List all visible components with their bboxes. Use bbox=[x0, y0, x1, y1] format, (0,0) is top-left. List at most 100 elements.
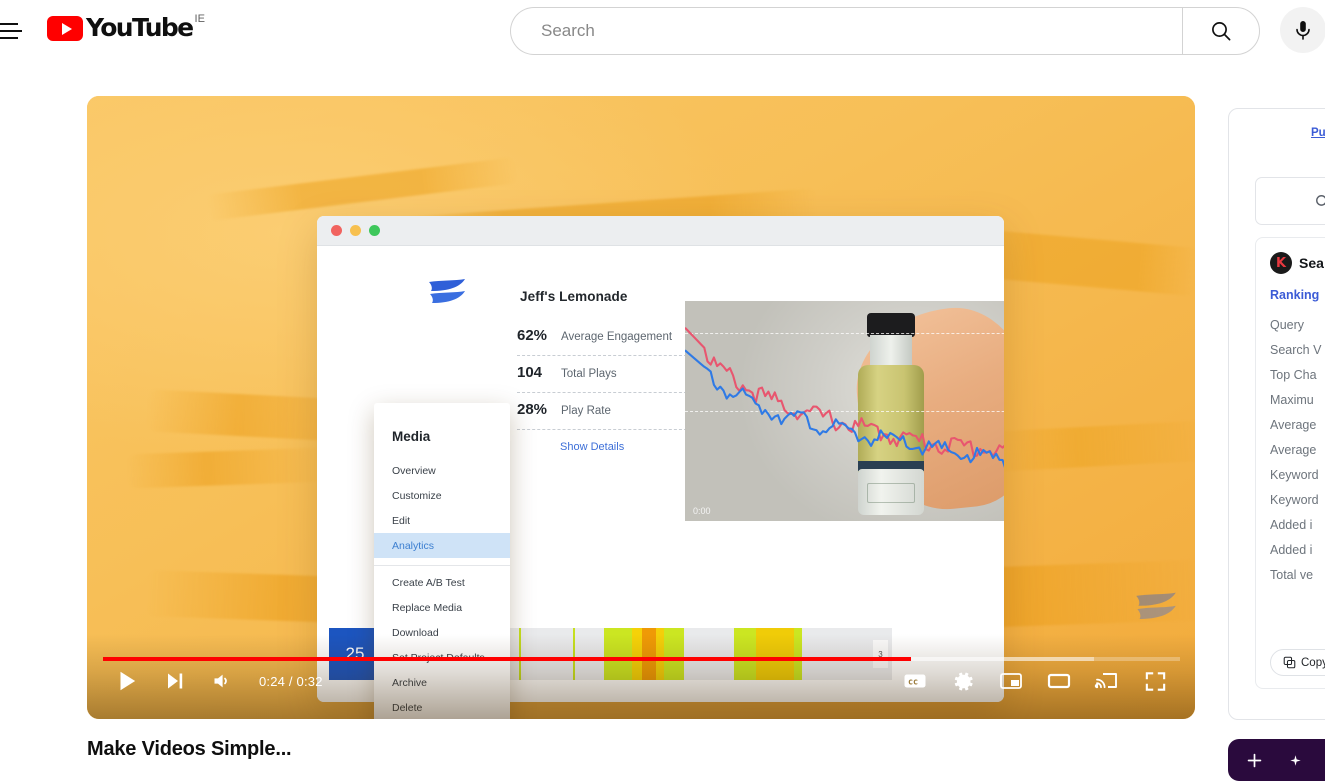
volume-icon bbox=[211, 669, 235, 693]
video-player[interactable]: Jeff's Lemonade 62% Average Engagement 1… bbox=[87, 96, 1195, 719]
country-code-label: IE bbox=[195, 13, 205, 25]
youtube-header: YouTube IE bbox=[0, 0, 1325, 62]
youtube-logo[interactable]: YouTube IE bbox=[47, 14, 205, 42]
stat-divider bbox=[517, 392, 687, 393]
card-metric-rows: QuerySearch VTop ChaMaximuAverageAverage… bbox=[1270, 312, 1325, 587]
next-video-button[interactable] bbox=[151, 657, 199, 705]
svg-text:cc: cc bbox=[908, 676, 918, 686]
closed-captions-icon: cc bbox=[902, 668, 928, 694]
copy-button[interactable]: Copy bbox=[1270, 649, 1325, 676]
hamburger-line bbox=[0, 30, 22, 32]
stat-row: 62% Average Engagement bbox=[517, 321, 687, 355]
play-icon bbox=[114, 668, 140, 694]
fullscreen-button[interactable] bbox=[1131, 657, 1179, 705]
metric-row: Query bbox=[1270, 312, 1325, 337]
stat-value: 104 bbox=[517, 364, 561, 381]
stat-value: 62% bbox=[517, 327, 561, 344]
context-menu-item-overview[interactable]: Overview bbox=[374, 458, 510, 483]
stat-row: 28% Play Rate bbox=[517, 395, 687, 429]
card-title: Sea bbox=[1299, 255, 1324, 271]
card-section-title: Ranking bbox=[1270, 288, 1325, 302]
metric-row: Keyword bbox=[1270, 487, 1325, 512]
search-bar bbox=[510, 7, 1260, 55]
extension-search-box[interactable] bbox=[1255, 177, 1325, 225]
stat-divider bbox=[517, 429, 687, 430]
miniplayer-button[interactable] bbox=[987, 657, 1035, 705]
card-header: K Sea bbox=[1270, 252, 1325, 274]
maximize-window-icon bbox=[369, 225, 380, 236]
video-title: Make Videos Simple... bbox=[87, 738, 291, 761]
stat-label: Play Rate bbox=[561, 405, 611, 417]
close-window-icon bbox=[331, 225, 342, 236]
search-submit-button[interactable] bbox=[1182, 7, 1260, 55]
microphone-icon bbox=[1291, 18, 1315, 42]
player-controls-right: cc bbox=[891, 657, 1179, 705]
metric-row: Search V bbox=[1270, 337, 1325, 362]
cast-button[interactable] bbox=[1083, 657, 1131, 705]
metric-row: Keyword bbox=[1270, 462, 1325, 487]
youtube-play-icon bbox=[47, 16, 83, 41]
captions-button[interactable]: cc bbox=[891, 657, 939, 705]
hamburger-line bbox=[0, 23, 18, 25]
next-track-icon bbox=[163, 669, 187, 693]
search-icon bbox=[1314, 193, 1325, 210]
theater-mode-icon bbox=[1046, 668, 1072, 694]
copy-button-label: Copy bbox=[1301, 657, 1325, 669]
stat-label: Average Engagement bbox=[561, 331, 672, 343]
player-controls-left: 0:24 / 0:32 bbox=[103, 657, 323, 705]
keyword-stats-card: K Sea Ranking QuerySearch VTop ChaMaximu… bbox=[1255, 237, 1325, 689]
stat-label: Total Plays bbox=[561, 368, 617, 380]
gear-icon bbox=[951, 669, 976, 694]
hamburger-line bbox=[0, 37, 18, 39]
search-input[interactable] bbox=[510, 7, 1182, 55]
keywords-everywhere-logo-icon: K bbox=[1270, 252, 1292, 274]
sparkle-icon[interactable] bbox=[1289, 754, 1302, 767]
cast-icon bbox=[1094, 668, 1120, 694]
metric-row: Added i bbox=[1270, 512, 1325, 537]
mockup-titlebar bbox=[317, 216, 1004, 246]
mockup-stats: 62% Average Engagement 104 Total Plays 2… bbox=[517, 321, 687, 432]
play-button[interactable] bbox=[103, 657, 151, 705]
context-menu-divider bbox=[374, 565, 510, 566]
wistia-watermark-icon bbox=[1134, 591, 1178, 625]
settings-button[interactable] bbox=[939, 657, 987, 705]
metric-row: Total ve bbox=[1270, 562, 1325, 587]
wistia-logo-icon bbox=[427, 278, 467, 308]
stat-divider bbox=[517, 355, 687, 356]
context-menu-item-create-a-b-test[interactable]: Create A/B Test bbox=[374, 570, 510, 595]
copy-icon bbox=[1283, 656, 1296, 669]
minimize-window-icon bbox=[350, 225, 361, 236]
stat-value: 28% bbox=[517, 401, 561, 418]
metric-row: Average bbox=[1270, 437, 1325, 462]
fullscreen-icon bbox=[1143, 669, 1168, 694]
context-menu-header: Media bbox=[374, 429, 510, 458]
brush-stroke bbox=[126, 448, 327, 489]
metric-row: Maximu bbox=[1270, 387, 1325, 412]
floating-action-widget[interactable] bbox=[1228, 739, 1325, 781]
plus-icon[interactable] bbox=[1246, 752, 1263, 769]
context-menu-group-primary: OverviewCustomizeEditAnalytics bbox=[374, 458, 510, 558]
engagement-chart-panel[interactable]: 25% 0:00 3:45 bbox=[685, 301, 1004, 521]
volume-button[interactable] bbox=[199, 657, 247, 705]
context-menu-item-analytics[interactable]: Analytics bbox=[374, 533, 510, 558]
show-details-link[interactable]: Show Details bbox=[560, 441, 624, 453]
hamburger-menu-icon[interactable] bbox=[0, 20, 26, 42]
metric-row: Added i bbox=[1270, 537, 1325, 562]
engagement-curves bbox=[685, 301, 1004, 521]
search-icon bbox=[1209, 19, 1233, 43]
stat-row: 104 Total Plays bbox=[517, 358, 687, 392]
metric-row: Average bbox=[1270, 412, 1325, 437]
context-menu-item-edit[interactable]: Edit bbox=[374, 508, 510, 533]
youtube-wordmark: YouTube bbox=[86, 14, 193, 42]
chart-time-start: 0:00 bbox=[693, 506, 711, 516]
context-menu-item-customize[interactable]: Customize bbox=[374, 483, 510, 508]
extension-panel: Pu K Sea Ranking QuerySearch VTop ChaMax… bbox=[1228, 108, 1325, 720]
mockup-project-title: Jeff's Lemonade bbox=[520, 289, 628, 304]
upgrade-link[interactable]: Pu bbox=[1311, 127, 1325, 139]
miniplayer-icon bbox=[998, 668, 1024, 694]
theater-mode-button[interactable] bbox=[1035, 657, 1083, 705]
chart-series-comparison bbox=[685, 350, 1004, 479]
voice-search-button[interactable] bbox=[1280, 7, 1325, 53]
metric-row: Top Cha bbox=[1270, 362, 1325, 387]
context-menu-item-replace-media[interactable]: Replace Media bbox=[374, 595, 510, 620]
